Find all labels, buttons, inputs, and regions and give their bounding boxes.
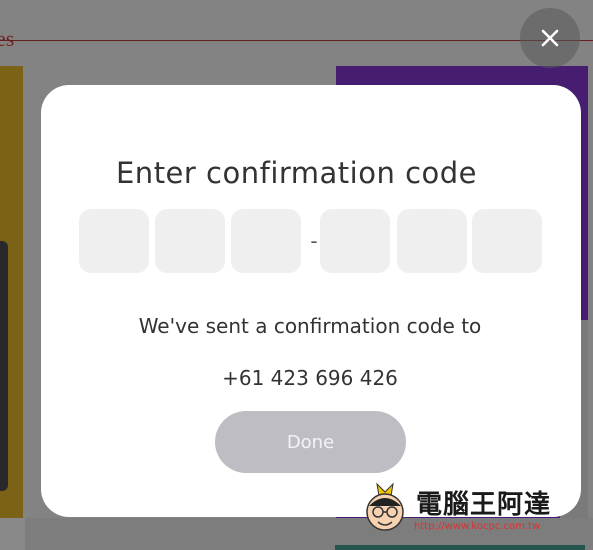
close-icon [541,29,559,47]
code-digit-6[interactable] [472,209,542,273]
code-separator: - [310,229,318,253]
done-button-label: Done [286,431,335,453]
code-digit-5[interactable] [397,209,467,273]
code-digit-2[interactable] [155,209,225,273]
watermark-url: http://www.kocpc.com.tw [414,521,541,532]
code-digit-3[interactable] [231,209,301,273]
code-digit-1[interactable] [79,209,149,273]
done-button[interactable]: Done [215,411,406,473]
close-button[interactable] [520,8,580,68]
info-text: We've sent a confirmation code to [138,314,482,338]
code-digit-4[interactable] [320,209,390,273]
mascot-icon [366,482,404,531]
dialog-title: Enter confirmation code [115,156,478,190]
phone-number: +61 423 696 426 [222,366,398,390]
watermark: 電腦王阿達 http://www.kocpc.com.tw [360,478,572,540]
watermark-title: 電腦王阿達 [416,490,552,520]
